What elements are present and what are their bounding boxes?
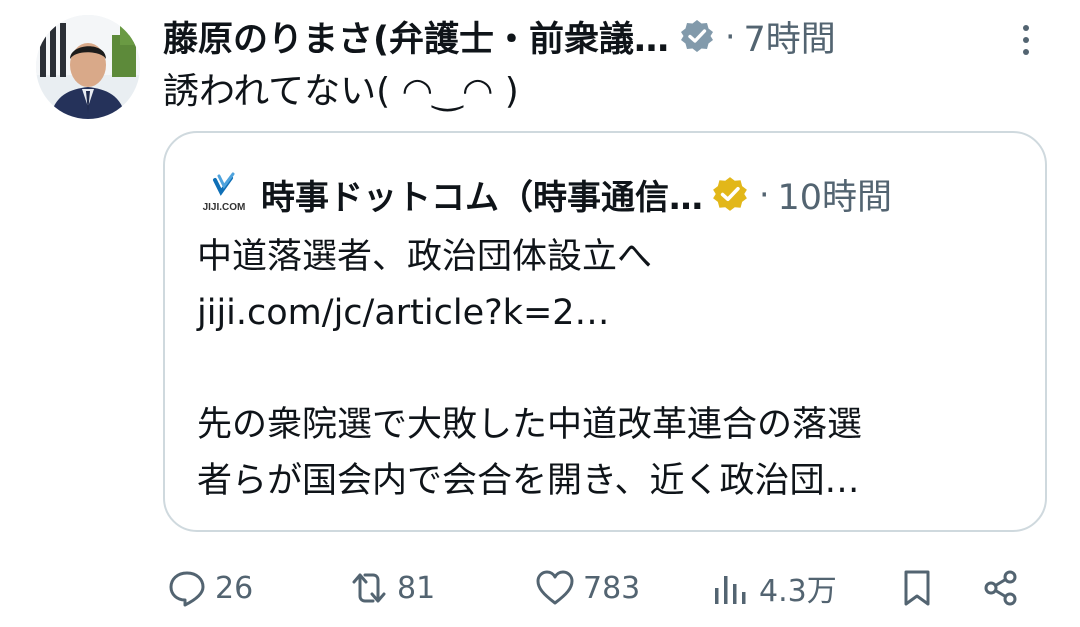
quoted-post-header: JIJI.COM 時事ドットコム（時事通信… · 10時間	[197, 169, 892, 219]
quoted-blank-line	[197, 341, 1017, 397]
quoted-link[interactable]: jiji.com/jc/article?k=2…	[197, 285, 1017, 341]
repost-button[interactable]: 81	[349, 560, 435, 616]
bookmark-button[interactable]	[897, 560, 937, 616]
like-count: 783	[583, 570, 641, 606]
quoted-account-name[interactable]: 時事ドットコム（時事通信…	[261, 170, 703, 219]
reply-button[interactable]: 26	[167, 560, 253, 616]
quoted-post-card[interactable]: JIJI.COM 時事ドットコム（時事通信… · 10時間 中道落選者、政治団体…	[163, 131, 1047, 532]
jiji-logo-icon[interactable]: JIJI.COM	[197, 172, 251, 216]
quoted-post-text: 中道落選者、政治団体設立へ jiji.com/jc/article?k=2… 先…	[197, 229, 1017, 509]
views-button[interactable]: 4.3万	[711, 560, 837, 616]
share-icon	[981, 568, 1021, 608]
quoted-headline: 中道落選者、政治団体設立へ	[197, 237, 653, 277]
post-text: 誘われてない( ◠‿◠ )	[163, 71, 519, 112]
reply-count: 26	[215, 570, 254, 606]
verified-badge-gold-icon[interactable]	[711, 175, 749, 213]
quoted-timestamp[interactable]: 10時間	[778, 169, 893, 220]
quoted-header-separator: ·	[759, 174, 770, 214]
views-count: 4.3万	[759, 574, 837, 609]
quoted-body-line: 者らが国会内で会合を開き、近く政治団…	[197, 461, 860, 501]
repost-icon	[349, 568, 389, 608]
header-separator: ·	[725, 16, 736, 56]
more-vertical-icon[interactable]	[1012, 20, 1040, 60]
views-icon	[711, 568, 751, 608]
author-name[interactable]: 藤原のりまさ(弁護士・前衆議…	[163, 11, 669, 62]
repost-count: 81	[397, 570, 436, 606]
post-timestamp[interactable]: 7時間	[744, 11, 836, 62]
action-bar: 26 81 783 4.3万	[163, 560, 1043, 616]
like-button[interactable]: 783	[535, 560, 640, 616]
quoted-body-line: 先の衆院選で大敗した中道改革連合の落選	[197, 405, 863, 445]
verified-badge-gray-icon[interactable]	[679, 18, 715, 54]
heart-icon	[535, 568, 575, 608]
reply-icon	[167, 568, 207, 608]
jiji-logo-text: JIJI.COM	[203, 202, 246, 213]
post-header: 藤原のりまさ(弁護士・前衆議… · 7時間	[163, 10, 1043, 62]
author-avatar[interactable]	[36, 15, 140, 119]
share-button[interactable]	[981, 560, 1021, 616]
bookmark-icon	[897, 568, 937, 608]
